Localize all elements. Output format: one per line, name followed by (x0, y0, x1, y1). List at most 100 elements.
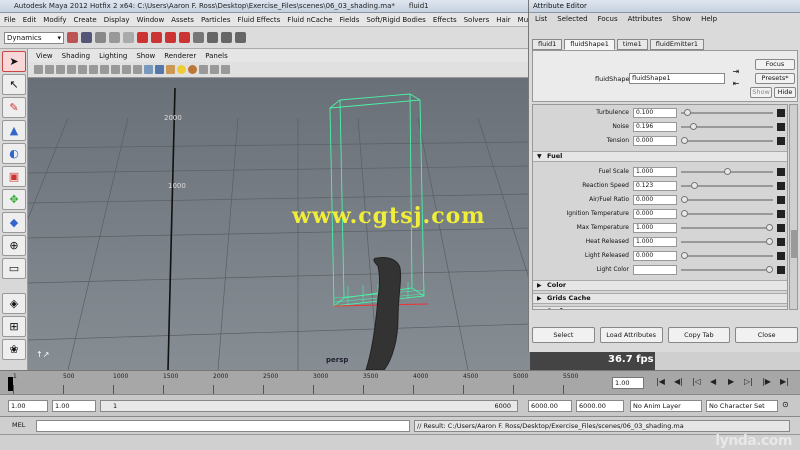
viewport-menu-lighting[interactable]: Lighting (99, 52, 127, 60)
attr-slider-knob[interactable] (766, 266, 773, 273)
menu-effects[interactable]: Effects (433, 16, 457, 24)
attr-value-field[interactable]: 0.000 (633, 251, 677, 261)
magnet-snap-icon[interactable] (137, 32, 148, 43)
attr-slider-knob[interactable] (723, 168, 731, 175)
film-gate-icon[interactable] (89, 65, 98, 74)
safe-action-icon[interactable] (133, 65, 142, 74)
soft-mod-icon[interactable]: ◆ (2, 212, 26, 233)
play-backwards-icon[interactable]: ◀ (710, 377, 716, 386)
paint-select-icon[interactable]: ✎ (2, 97, 26, 118)
attr-value-field[interactable]: 1.000 (633, 237, 677, 247)
menu-particles[interactable]: Particles (201, 16, 231, 24)
map-button-icon[interactable] (777, 109, 785, 117)
snap-point-icon[interactable] (165, 32, 176, 43)
shadows-icon[interactable] (188, 65, 197, 74)
attr-value-field[interactable]: 0.100 (633, 108, 677, 118)
time-slider[interactable]: 1.00 |◀ ◀| |◁ ◀ ▶ ▷| |▶ ▶| 1 500 1000 1500 2… (0, 370, 800, 394)
select-hierarchy-icon[interactable] (95, 32, 106, 43)
field-chart-icon[interactable] (122, 65, 131, 74)
step-forward-icon[interactable]: |▶ (762, 377, 771, 386)
menu-assets[interactable]: Assets (171, 16, 194, 24)
attr-slider-knob[interactable] (681, 210, 688, 217)
map-button-icon[interactable] (777, 123, 785, 131)
attr-slider-knob[interactable] (681, 137, 688, 144)
command-language[interactable]: MEL (12, 421, 25, 429)
menu-file[interactable]: File (4, 16, 16, 24)
play-forwards-icon[interactable]: ▶ (728, 377, 734, 386)
map-button-icon[interactable] (777, 224, 785, 232)
playback-start-field[interactable]: 1.00 (52, 400, 96, 412)
attr-slider-knob[interactable] (766, 224, 773, 231)
menu-modify[interactable]: Modify (43, 16, 66, 24)
menu-display[interactable]: Display (104, 16, 130, 24)
input-connection-icon[interactable]: ⇥ (731, 67, 741, 78)
ae-menu-show[interactable]: Show (672, 15, 691, 23)
character-set-select[interactable]: No Character Set (706, 400, 778, 412)
map-button-icon[interactable] (777, 196, 785, 204)
go-to-end-icon[interactable]: ▶| (780, 377, 789, 386)
section-surface[interactable]: ▶ Surface (533, 306, 787, 309)
rotate-tool-icon[interactable]: ◐ (2, 143, 26, 164)
anim-layer-select[interactable]: No Anim Layer (630, 400, 702, 412)
attr-slider-knob[interactable] (689, 123, 697, 130)
attr-slider-knob[interactable] (691, 182, 699, 189)
history-icon[interactable] (193, 32, 204, 43)
open-scene-icon[interactable] (67, 32, 78, 43)
ae-menu-attributes[interactable]: Attributes (628, 15, 663, 23)
lights-icon[interactable] (177, 65, 186, 74)
last-tool-icon[interactable]: ▭ (2, 258, 26, 279)
image-plane-icon[interactable] (67, 65, 76, 74)
camera-attr-icon[interactable] (45, 65, 54, 74)
viewport-menu-panels[interactable]: Panels (205, 52, 228, 60)
menu-fields[interactable]: Fields (340, 16, 360, 24)
auto-key-icon[interactable]: ⊙ (782, 400, 789, 409)
layout-single-icon[interactable]: ◈ (2, 293, 26, 314)
anim-end-field[interactable]: 6000.00 (576, 400, 624, 412)
attr-value-field[interactable]: 1.000 (633, 167, 677, 177)
attr-value-field[interactable]: 0.000 (633, 136, 677, 146)
step-back-icon[interactable]: ◀| (674, 377, 683, 386)
xray-icon[interactable] (199, 65, 208, 74)
attr-value-field[interactable]: 0.196 (633, 122, 677, 132)
attr-slider[interactable] (681, 266, 773, 273)
textured-icon[interactable] (166, 65, 175, 74)
attr-slider[interactable] (681, 252, 773, 259)
attr-slider[interactable] (681, 238, 773, 245)
ae-menu-focus[interactable]: Focus (598, 15, 618, 23)
resolution-gate-icon[interactable] (100, 65, 109, 74)
attr-slider-knob[interactable] (766, 238, 773, 245)
attr-slider[interactable] (681, 137, 773, 144)
light-color-swatch[interactable] (633, 265, 677, 275)
ae-menu-selected[interactable]: Selected (557, 15, 587, 23)
select-tool-icon[interactable]: ➤ (2, 51, 26, 72)
section-fuel[interactable]: ▼ Fuel (533, 151, 787, 162)
show-button[interactable]: Show (750, 87, 772, 98)
tab-fluidshape1[interactable]: fluidShape1 (564, 39, 615, 50)
attr-slider[interactable] (681, 224, 773, 231)
ipr-render-icon[interactable] (221, 32, 232, 43)
ae-scroll-thumb[interactable] (791, 230, 797, 258)
tab-fluid1[interactable]: fluid1 (532, 39, 563, 50)
close-button[interactable]: Close (735, 327, 798, 343)
xray-joints-icon[interactable] (210, 65, 219, 74)
menu-hair[interactable]: Hair (496, 16, 510, 24)
attr-slider[interactable] (681, 123, 773, 130)
bookmark-icon[interactable] (56, 65, 65, 74)
render-icon[interactable] (207, 32, 218, 43)
go-to-start-icon[interactable]: |◀ (656, 377, 665, 386)
current-frame-field[interactable]: 1.00 (612, 377, 644, 389)
ae-scrollbar[interactable] (789, 104, 798, 310)
section-color[interactable]: ▶ Color (533, 280, 787, 291)
menu-solvers[interactable]: Solvers (464, 16, 490, 24)
scale-tool-icon[interactable]: ▣ (2, 166, 26, 187)
show-manip-icon[interactable]: ⊕ (2, 235, 26, 256)
snap-curve-icon[interactable] (151, 32, 162, 43)
map-button-icon[interactable] (777, 266, 785, 274)
isolate-select-icon[interactable] (221, 65, 230, 74)
layout-four-icon[interactable]: ⊞ (2, 316, 26, 337)
output-connection-icon[interactable]: ⇤ (731, 79, 741, 90)
step-forward-key-icon[interactable]: ▷| (744, 377, 753, 386)
hide-button[interactable]: Hide (774, 87, 796, 98)
attr-value-field[interactable]: 1.000 (633, 223, 677, 233)
smooth-shade-icon[interactable] (155, 65, 164, 74)
